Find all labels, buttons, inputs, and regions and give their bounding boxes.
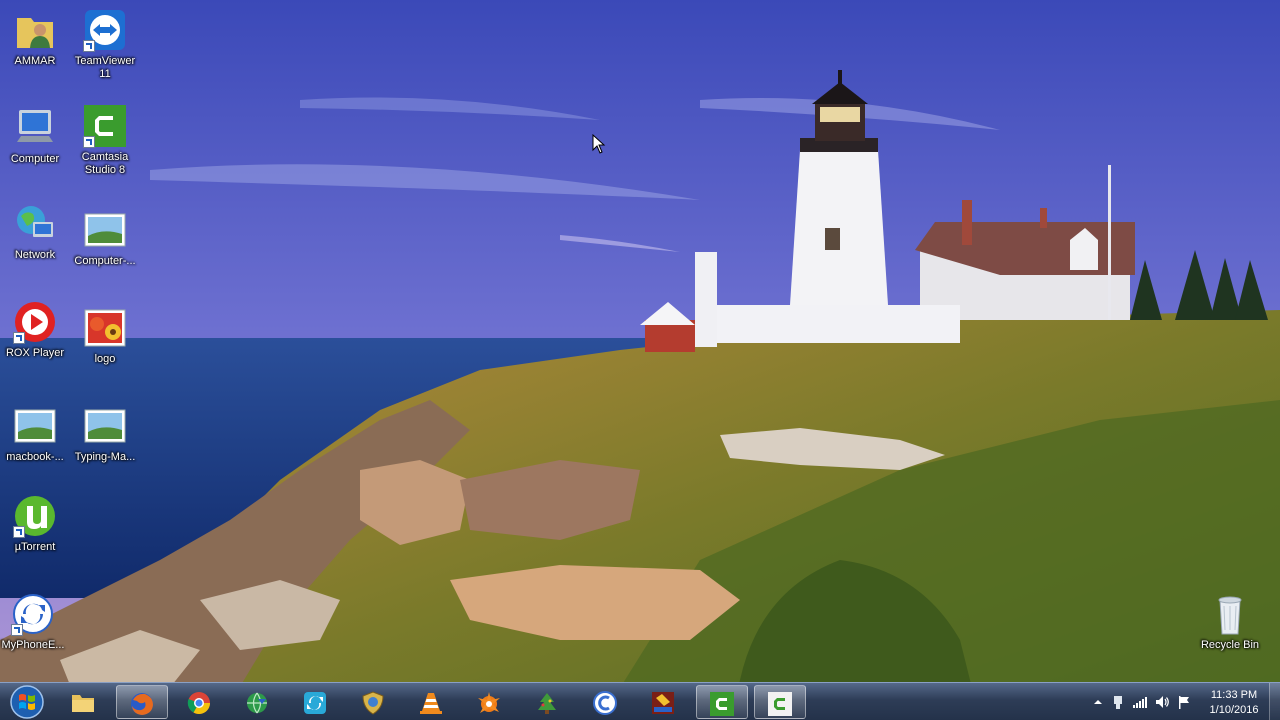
taskbar-button-sync-app[interactable]: [290, 685, 342, 719]
image-file-icon: [83, 404, 127, 448]
desktop-icon-rox-player[interactable]: ROX Player: [0, 300, 70, 360]
ccleaner-icon: [593, 691, 617, 715]
sync-icon: [304, 692, 326, 714]
inpage-icon: [652, 692, 674, 714]
desktop-icon-label: macbook-...: [6, 451, 64, 463]
globe-icon: [247, 692, 267, 714]
desktop-icon-teamviewer[interactable]: TeamViewer 11: [70, 8, 140, 81]
taskbar: 11:33 PM 1/10/2016: [0, 682, 1280, 720]
taskbar-button-ccleaner[interactable]: [580, 685, 632, 719]
taskbar-button-inpage[interactable]: [638, 685, 690, 719]
shortcut-arrow-icon: [83, 136, 95, 148]
user-folder-icon: [13, 8, 57, 52]
vlc-cone-icon: [420, 693, 442, 714]
recycle-bin-icon: [1208, 592, 1252, 636]
desktop-icon-myphoneexplorer[interactable]: MyPhoneE...: [0, 592, 68, 652]
desktop-icon-label: AMMAR: [14, 55, 56, 67]
taskbar-button-camtasia-recorder[interactable]: [696, 685, 748, 719]
image-file-icon: [13, 404, 57, 448]
taskbar-button-camtasia-studio[interactable]: [754, 685, 806, 719]
shield-icon: [362, 691, 384, 715]
mouse-cursor-icon: [592, 134, 606, 154]
desktop-icon-label: Computer: [10, 153, 60, 165]
camtasia-icon: [83, 104, 127, 148]
desktop-icon-label: Network: [14, 249, 56, 261]
desktop-icon-label: µTorrent: [14, 541, 56, 553]
windows-logo-icon: [10, 685, 44, 719]
tree-icon: [538, 693, 556, 714]
clock-date: 1/10/2016: [1209, 704, 1259, 716]
sync-icon: [11, 592, 55, 636]
image-file-icon: [83, 306, 127, 350]
action-center-flag-icon[interactable]: [1176, 694, 1192, 710]
taskbar-button-file-explorer[interactable]: [58, 685, 110, 719]
desktop-icon-label: Computer-...: [74, 255, 136, 267]
desktop-icon-camtasia-studio[interactable]: Camtasia Studio 8: [70, 104, 140, 177]
firefox-icon: [131, 693, 153, 715]
taskbar-button-security[interactable]: [348, 685, 400, 719]
network-icon: [13, 202, 57, 246]
desktop-icon-label: Camtasia Studio 8: [81, 151, 129, 176]
show-hidden-icons-icon[interactable]: [1090, 694, 1106, 710]
camtasia-icon: [710, 692, 734, 716]
desktop-icon-ammar[interactable]: AMMAR: [0, 8, 70, 68]
desktop-icon-computer[interactable]: Computer: [0, 106, 70, 166]
desktop-icon-computer-image[interactable]: Computer-...: [70, 208, 140, 268]
desktop-icon-label: ROX Player: [5, 347, 65, 359]
desktop-icon-network[interactable]: Network: [0, 202, 70, 262]
taskbar-button-vlc[interactable]: [406, 685, 458, 719]
taskbar-button-firefox[interactable]: [116, 685, 168, 719]
desktop-icon-recycle-bin[interactable]: Recycle Bin: [1195, 592, 1265, 652]
desktop-icon-utorrent[interactable]: µTorrent: [0, 494, 70, 554]
taskbar-button-app-tree[interactable]: [522, 685, 574, 719]
chrome-icon: [187, 692, 210, 714]
volume-icon[interactable]: [1154, 694, 1170, 710]
rox-player-icon: [13, 300, 57, 344]
shortcut-arrow-icon: [83, 40, 95, 52]
desktop-icon-label: Typing-Ma...: [74, 451, 136, 463]
taskbar-clock[interactable]: 11:33 PM 1/10/2016: [1202, 688, 1266, 718]
desktop-icon-label: Recycle Bin: [1200, 639, 1260, 651]
teamviewer-icon: [83, 8, 127, 52]
taskbar-button-internet-download[interactable]: [232, 685, 284, 719]
desktop-icon-macbook[interactable]: macbook-...: [0, 404, 70, 464]
desktop-icon-logo[interactable]: logo: [70, 306, 140, 366]
show-desktop-button[interactable]: [1269, 683, 1280, 720]
desktop-icon-label: MyPhoneE...: [1, 639, 65, 651]
utorrent-icon: [13, 494, 57, 538]
system-tray: 11:33 PM 1/10/2016: [1086, 683, 1276, 720]
shortcut-arrow-icon: [13, 332, 25, 344]
shortcut-arrow-icon: [11, 624, 23, 636]
avast-icon: [478, 692, 500, 713]
clock-time: 11:33 PM: [1210, 689, 1258, 701]
computer-icon: [13, 106, 57, 150]
taskbar-button-chrome[interactable]: [174, 685, 226, 719]
shortcut-arrow-icon: [13, 526, 25, 538]
camtasia-icon: [768, 692, 792, 716]
desktop-wallpaper: [0, 0, 1280, 720]
desktop-icon-typing[interactable]: Typing-Ma...: [70, 404, 140, 464]
desktop-icon-label: logo: [94, 353, 116, 365]
network-signal-icon[interactable]: [1132, 694, 1148, 710]
start-button[interactable]: [5, 684, 49, 720]
image-file-icon: [83, 208, 127, 252]
desktop-icon-label: TeamViewer 11: [74, 55, 136, 80]
taskbar-button-avast[interactable]: [464, 685, 516, 719]
folder-icon: [72, 695, 94, 712]
usb-device-icon[interactable]: [1110, 694, 1126, 710]
